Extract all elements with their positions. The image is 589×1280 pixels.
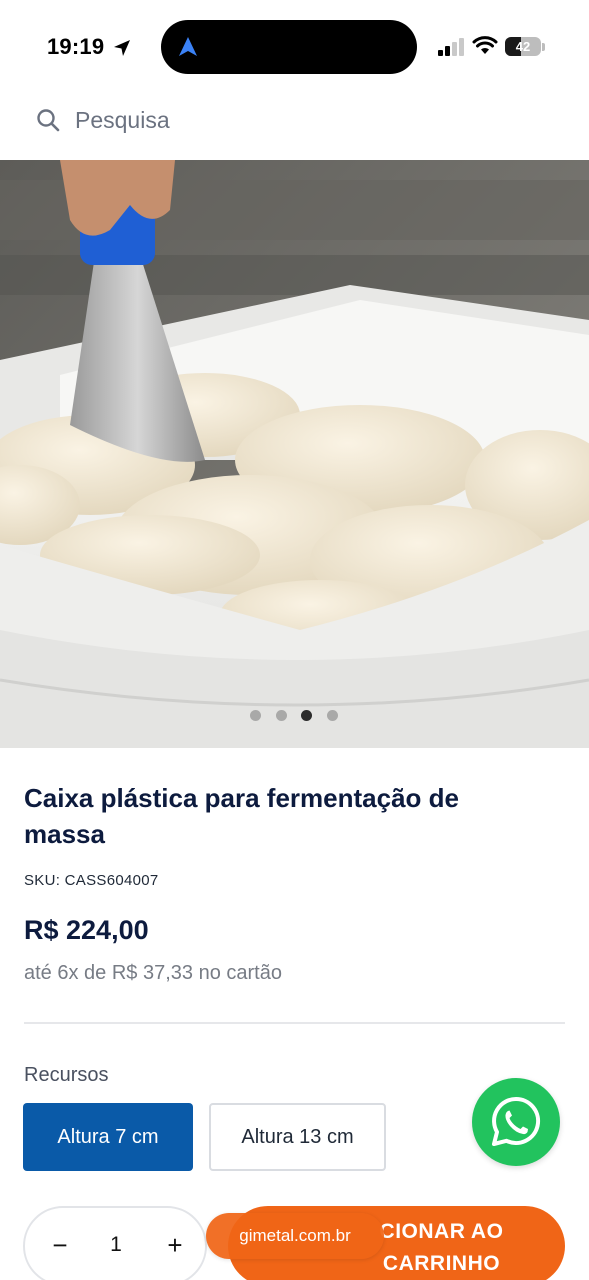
- product-image: [0, 160, 589, 748]
- product-image-gallery[interactable]: [0, 160, 589, 748]
- quantity-decrease-button[interactable]: −: [49, 1230, 71, 1260]
- quantity-stepper: − 1 +: [23, 1206, 207, 1280]
- signal-icon: [438, 38, 464, 56]
- battery-icon: 42: [505, 37, 541, 56]
- quantity-value[interactable]: 1: [103, 1230, 129, 1260]
- whatsapp-button[interactable]: [472, 1078, 560, 1166]
- whatsapp-icon: [492, 1096, 541, 1146]
- product-price: R$ 224,00: [24, 915, 149, 945]
- installments-text: até 6x de R$ 37,33 no cartão: [24, 962, 282, 984]
- wifi-icon: [472, 36, 498, 54]
- add-to-cart-label-line2: CARRINHO: [382, 1252, 501, 1275]
- location-arrow-icon: [114, 40, 130, 56]
- search-icon[interactable]: [36, 108, 60, 132]
- dynamic-island: [161, 20, 417, 74]
- product-title: Caixa plástica para fermentação de massa: [24, 783, 459, 849]
- search-bar: [0, 92, 589, 160]
- gallery-dot-1[interactable]: [250, 710, 261, 721]
- browser-url: gimetal.com.br: [239, 1226, 351, 1245]
- status-bar: 19:19 42: [0, 0, 589, 92]
- battery-cap: [542, 43, 545, 51]
- gallery-pagination: [250, 710, 340, 724]
- battery-level: 42: [515, 39, 531, 54]
- quantity-increase-button[interactable]: +: [163, 1230, 187, 1260]
- status-time: 19:19: [47, 34, 105, 59]
- add-to-cart-label-line1: CIONAR AO: [379, 1220, 504, 1243]
- divider: [24, 1022, 565, 1024]
- search-input[interactable]: [75, 102, 555, 138]
- gallery-dot-4[interactable]: [327, 710, 338, 721]
- option-altura-13cm[interactable]: Altura 13 cm: [209, 1103, 386, 1171]
- product-sku: SKU: CASS604007: [24, 872, 159, 889]
- browser-url-pill[interactable]: gimetal.com.br: [206, 1213, 384, 1259]
- navigation-icon: [179, 37, 197, 56]
- gallery-dot-3[interactable]: [301, 710, 312, 721]
- resources-label: Recursos: [24, 1064, 109, 1086]
- option-altura-7cm[interactable]: Altura 7 cm: [23, 1103, 193, 1171]
- gallery-dot-2[interactable]: [276, 710, 287, 721]
